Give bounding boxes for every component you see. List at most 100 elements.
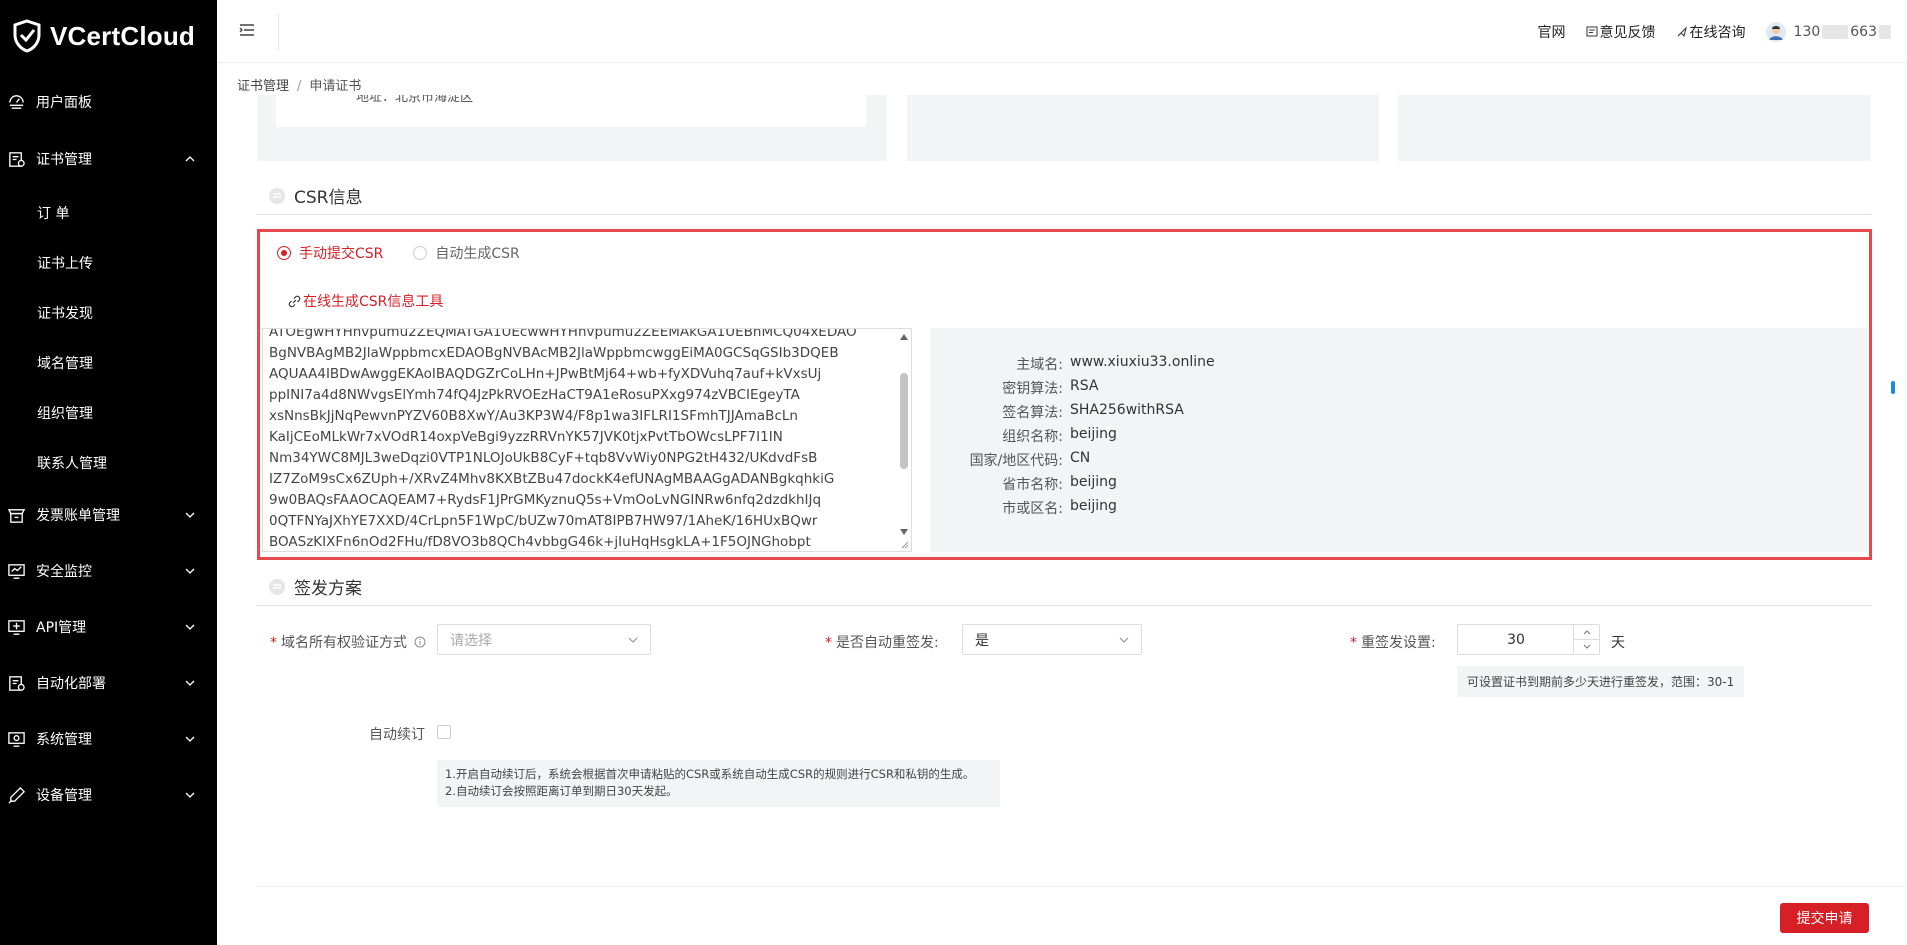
chevron-up-icon	[1583, 630, 1590, 635]
section-icon	[269, 578, 285, 595]
auto-reissue-select[interactable]: 是	[962, 624, 1142, 655]
chevron-down-icon	[185, 512, 195, 518]
decrement-button[interactable]	[1574, 640, 1599, 655]
csr-title-text: CSR信息	[294, 188, 363, 208]
reissue-days-input[interactable]: 30	[1457, 624, 1600, 655]
chevron-down-icon	[185, 736, 195, 742]
sidebar-item-security[interactable]: 安全监控	[0, 551, 217, 591]
radio-auto-csr[interactable]: 自动生成CSR	[413, 243, 520, 263]
days-unit: 天	[1611, 635, 1625, 651]
sidebar-subitem-cert-discovery[interactable]: 证书发现	[0, 293, 217, 333]
radio-dot	[413, 246, 428, 260]
sidebar-subitem-label: 订 单	[37, 206, 70, 222]
sidebar-item-label: 证书管理	[36, 152, 92, 168]
chevron-down-icon	[1583, 644, 1590, 649]
reissue-hint-text: 可设置证书到期前多少天进行重签发，范围：30-1	[1467, 675, 1735, 689]
info-value: RSA	[1070, 378, 1099, 394]
sidebar-subitem-domains[interactable]: 域名管理	[0, 343, 217, 383]
domain-verify-select[interactable]: 请选择	[437, 624, 651, 655]
monitor-icon	[8, 563, 25, 579]
page-scrollbar[interactable]	[1890, 340, 1896, 400]
page-scroll-thumb[interactable]	[1891, 381, 1895, 394]
auto-renew-checkbox[interactable]	[437, 725, 451, 739]
domain-verify-label: * 域名所有权验证方式	[270, 632, 426, 652]
sidebar-item-label: 发票账单管理	[36, 508, 120, 524]
sidebar-item-api[interactable]: API管理	[0, 607, 217, 647]
chevron-up-icon	[185, 156, 195, 162]
increment-button[interactable]	[1574, 625, 1599, 640]
auto-renew-note-1: 1.开启自动续订后，系统会根据首次申请粘贴的CSR或系统自动生成CSR的规则进行…	[445, 767, 975, 781]
csr-mode-radio-group: 手动提交CSR 自动生成CSR	[277, 243, 550, 263]
scroll-thumb[interactable]	[900, 373, 908, 469]
csr-textarea-scrollbar[interactable]	[897, 329, 911, 551]
submit-label: 提交申请	[1796, 911, 1853, 927]
feedback-link[interactable]: 意见反馈	[1586, 22, 1656, 42]
reissue-setting-label: * 重签发设置:	[1350, 632, 1436, 652]
logo-text: VCertCloud	[50, 20, 195, 51]
info-key: 密钥算法:	[1002, 381, 1063, 397]
user-menu[interactable]: 130 663	[1765, 21, 1893, 42]
device-icon	[8, 786, 26, 804]
breadcrumb-separator: /	[297, 79, 302, 94]
sidebar-subitem-label: 证书上传	[37, 256, 93, 272]
sidebar-subitem-contacts[interactable]: 联系人管理	[0, 443, 217, 483]
masked-digits	[1879, 24, 1891, 39]
scroll-down-icon[interactable]	[900, 529, 908, 535]
menu-toggle-icon[interactable]	[239, 22, 255, 38]
sidebar-item-deploy[interactable]: 自动化部署	[0, 663, 217, 703]
deploy-icon	[9, 675, 25, 691]
sidebar-subitem-label: 域名管理	[37, 356, 93, 372]
breadcrumb-parent[interactable]: 证书管理	[237, 79, 289, 94]
system-icon	[8, 731, 25, 747]
sidebar-item-certificates[interactable]: 证书管理	[0, 139, 217, 179]
sidebar-subitem-cert-upload[interactable]: 证书上传	[0, 243, 217, 283]
link-icon	[288, 295, 301, 307]
info-key: 主域名:	[1016, 357, 1063, 373]
resize-handle-icon[interactable]	[901, 541, 909, 549]
csr-textarea[interactable]: ATOEgwHYHhvpumu2ZEQMATGA1UEcwwHYHhvpumu2…	[262, 328, 912, 552]
select-placeholder: 请选择	[450, 632, 492, 649]
consult-icon	[1677, 25, 1687, 37]
plan-title-text: 签发方案	[294, 579, 362, 599]
sidebar: VCertCloud 用户面板 证书管理 订 单 证书上传 证书发现 域名管理 …	[0, 0, 217, 945]
consult-label: 在线咨询	[1689, 24, 1746, 41]
plan-section-divider	[256, 605, 1871, 606]
radio-manual-csr[interactable]: 手动提交CSR	[277, 243, 383, 263]
sidebar-subitem-orders[interactable]: 订 单	[0, 193, 217, 233]
avatar	[1765, 21, 1786, 42]
info-key: 签名算法:	[1002, 405, 1063, 421]
certificate-icon	[9, 151, 25, 167]
auto-renew-note-2: 2.自动续订会按照距离订单到期日30天发起。	[445, 784, 678, 798]
sidebar-item-devices[interactable]: 设备管理	[0, 775, 217, 815]
chevron-down-icon	[185, 792, 195, 798]
submit-button[interactable]: 提交申请	[1780, 903, 1869, 933]
logo[interactable]: VCertCloud	[0, 0, 217, 72]
sidebar-item-dashboard[interactable]: 用户面板	[0, 82, 217, 122]
radio-dot	[277, 246, 291, 260]
scroll-up-icon[interactable]	[900, 334, 908, 340]
info-value: CN	[1070, 450, 1091, 466]
shield-logo-icon	[13, 19, 41, 53]
online-consult-link[interactable]: 在线咨询	[1676, 22, 1746, 42]
required-mark: *	[270, 635, 277, 651]
header-divider	[278, 14, 279, 50]
sidebar-item-system[interactable]: 系统管理	[0, 719, 217, 759]
sidebar-item-label: 系统管理	[36, 732, 92, 748]
info-value: beijing	[1070, 498, 1117, 514]
domain-verify-label-text: 域名所有权验证方式	[281, 635, 407, 651]
breadcrumb-current: 申请证书	[309, 79, 362, 94]
sidebar-item-invoices[interactable]: 发票账单管理	[0, 495, 217, 535]
sidebar-item-label: 自动化部署	[36, 676, 106, 692]
info-icon[interactable]	[414, 636, 426, 648]
official-site-link[interactable]: 官网	[1538, 22, 1566, 42]
chevron-down-icon	[185, 680, 195, 686]
select-value: 是	[975, 632, 989, 649]
radio-label: 自动生成CSR	[435, 246, 520, 262]
csr-textarea-content: ATOEgwHYHhvpumu2ZEQMATGA1UEcwwHYHhvpumu2…	[269, 328, 857, 550]
section-icon	[269, 187, 285, 204]
csr-tool-link[interactable]: 在线生成CSR信息工具	[288, 291, 443, 311]
number-value: 30	[1507, 632, 1525, 648]
sidebar-subitem-organizations[interactable]: 组织管理	[0, 393, 217, 433]
info-value: SHA256withRSA	[1070, 402, 1184, 418]
sidebar-item-label: API管理	[36, 620, 87, 636]
